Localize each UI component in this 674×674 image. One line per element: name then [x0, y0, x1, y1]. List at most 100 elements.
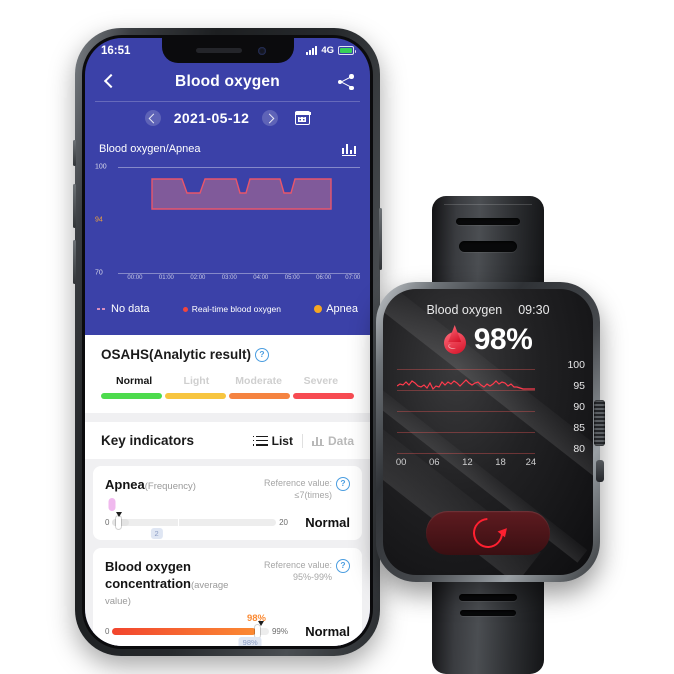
legend-item-apnea: Apnea — [314, 303, 358, 315]
watch-band-top-seam — [444, 204, 532, 205]
phone-button-volume-down[interactable] — [73, 240, 76, 284]
watch-x-tick-00: 00 — [395, 457, 407, 468]
osahs-title-row: OSAHS(Analytic result) ? — [101, 347, 354, 362]
status-indicators: 4G — [306, 45, 356, 56]
legend-dot-icon-realtime — [182, 306, 188, 312]
content-sheet[interactable]: OSAHS(Analytic result) ? Normal Light Mo… — [85, 335, 370, 646]
spo2-caret — [258, 621, 265, 627]
watch-spo2-value: 98% — [473, 323, 533, 356]
indicator-card-apnea[interactable]: Apnea(Frequency) Reference value: ≤7(tim… — [93, 466, 362, 541]
watch-band-hole-2 — [459, 241, 517, 252]
watch-x-tick-18: 18 — [495, 457, 506, 468]
legend-dot-icon-apnea — [314, 305, 323, 313]
apnea-caret — [115, 512, 122, 518]
spo2-card-header: Blood oxygen concentration(average value… — [105, 559, 350, 608]
watch-band-hole-1 — [456, 218, 520, 225]
app-header: Blood oxygen — [85, 63, 370, 101]
x-tick-2: 02:00 — [190, 275, 206, 281]
legend-item-no-data: No data — [97, 303, 150, 315]
x-tick-5: 05:00 — [284, 275, 300, 281]
apnea-name: Apnea(Frequency) — [105, 477, 196, 493]
phone-button-silent[interactable] — [73, 140, 76, 166]
spo2-meter-row: 0 98% 98% 99% Normal — [105, 613, 350, 646]
spo2-track[interactable]: 98% 98% — [112, 613, 269, 646]
date-navigator: 2021-05-12 — [85, 104, 370, 132]
spo2-name-text: Blood oxygen concentration — [105, 559, 191, 591]
watch-gridline-80 — [397, 453, 535, 454]
chevron-right-icon[interactable] — [262, 110, 279, 126]
watch-y-tick-80: 80 — [573, 443, 585, 455]
blood-oxygen-chart-panel: Blood oxygen/Apnea 100 94 70 00:00 01:00… — [85, 135, 370, 335]
selected-date: 2021-05-12 — [173, 110, 250, 126]
apnea-tick — [177, 519, 179, 527]
apnea-track[interactable]: 2 — [112, 512, 277, 540]
apnea-meter-row: 0 2 20 Normal — [105, 498, 350, 540]
spo2-meter-row-inner: 0 98% 98% 99% — [105, 613, 288, 646]
watch-x-tick-24: 24 — [525, 457, 537, 468]
chevron-left-icon[interactable] — [144, 110, 161, 126]
phone-button-volume-up[interactable] — [73, 184, 76, 228]
section-gap — [85, 413, 370, 422]
y-tick-100: 100 — [95, 163, 107, 171]
tab-data-label: Data — [327, 433, 354, 448]
gridline-100 — [118, 167, 360, 168]
osahs-seg-severe — [293, 393, 354, 399]
apnea-cursor[interactable] — [115, 516, 121, 530]
signal-bars-icon — [306, 46, 318, 55]
spo2-area-series — [151, 178, 332, 210]
osahs-title: OSAHS(Analytic result) — [101, 347, 252, 362]
chart-plot-area: 100 94 70 00:00 01:00 02:00 03:00 04:00 — [95, 161, 360, 286]
osahs-seg-light — [165, 393, 226, 399]
y-tick-94: 94 — [95, 216, 103, 224]
bar-chart-icon[interactable] — [342, 141, 356, 156]
watch-case: Blood oxygen 09:30 98% 100 95 90 85 80 0… — [376, 282, 605, 582]
x-tick-3: 03:00 — [221, 275, 237, 281]
apnea-value-badge: 2 — [150, 528, 163, 540]
watch-value-row: 98% — [383, 325, 593, 355]
indicator-card-spo2[interactable]: Blood oxygen concentration(average value… — [93, 548, 362, 646]
watch-side-button[interactable] — [596, 460, 604, 482]
help-circle-icon-apnea[interactable]: ? — [336, 477, 350, 491]
key-indicators-title: Key indicators — [101, 433, 195, 448]
tab-list[interactable]: List — [252, 433, 293, 448]
y-tick-70: 70 — [95, 269, 103, 277]
share-icon[interactable] — [337, 73, 355, 91]
apnea-reference-text: Reference value: ≤7(times) — [264, 477, 332, 501]
watch-y-tick-100: 100 — [567, 359, 585, 371]
earpiece-speaker — [195, 48, 242, 53]
tab-list-label: List — [271, 433, 293, 448]
legend-label-realtime: Real-time blood oxygen — [191, 304, 282, 314]
phone-notch — [161, 38, 294, 63]
watch-y-tick-85: 85 — [573, 422, 585, 434]
watch-header: Blood oxygen 09:30 — [383, 303, 593, 317]
watch-spo2-line-series — [397, 379, 535, 391]
x-tick-7: 07:00 — [345, 275, 361, 281]
spo2-scale-min: 0 — [105, 627, 110, 637]
watch-screen[interactable]: Blood oxygen 09:30 98% 100 95 90 85 80 0… — [383, 289, 593, 575]
osahs-level-normal: Normal — [116, 375, 153, 387]
watch-trend-plot — [397, 369, 535, 454]
osahs-level-light: Light — [183, 375, 210, 387]
watch-y-tick-90: 90 — [573, 401, 585, 413]
back-chevron-icon[interactable] — [100, 73, 118, 91]
apnea-meter: 0 2 20 — [105, 498, 288, 540]
spo2-reference: Reference value: 95%-99% ? — [264, 559, 350, 583]
watch-refresh-button[interactable] — [426, 511, 550, 555]
watch-crown-button[interactable] — [594, 400, 605, 446]
calendar-icon[interactable] — [294, 111, 311, 125]
apnea-reference: Reference value: ≤7(times) ? — [264, 477, 350, 501]
watch-x-tick-12: 12 — [462, 457, 473, 468]
legend-dash-icon — [97, 308, 107, 310]
apnea-card-header: Apnea(Frequency) Reference value: ≤7(tim… — [105, 477, 350, 501]
list-top-gap — [85, 459, 370, 466]
osahs-scale-bar — [101, 393, 354, 399]
tab-data[interactable]: Data — [311, 433, 354, 448]
help-circle-icon[interactable]: ? — [255, 347, 270, 362]
apnea-reference-label: Reference value: — [263, 478, 332, 488]
apnea-status: Normal — [305, 515, 350, 531]
apnea-unit-note: (Frequency) — [144, 481, 196, 492]
x-tick-0: 00:00 — [127, 275, 143, 281]
spo2-scale-max: 99% — [271, 627, 288, 637]
status-time: 16:51 — [101, 44, 131, 57]
help-circle-icon-spo2[interactable]: ? — [336, 559, 350, 574]
